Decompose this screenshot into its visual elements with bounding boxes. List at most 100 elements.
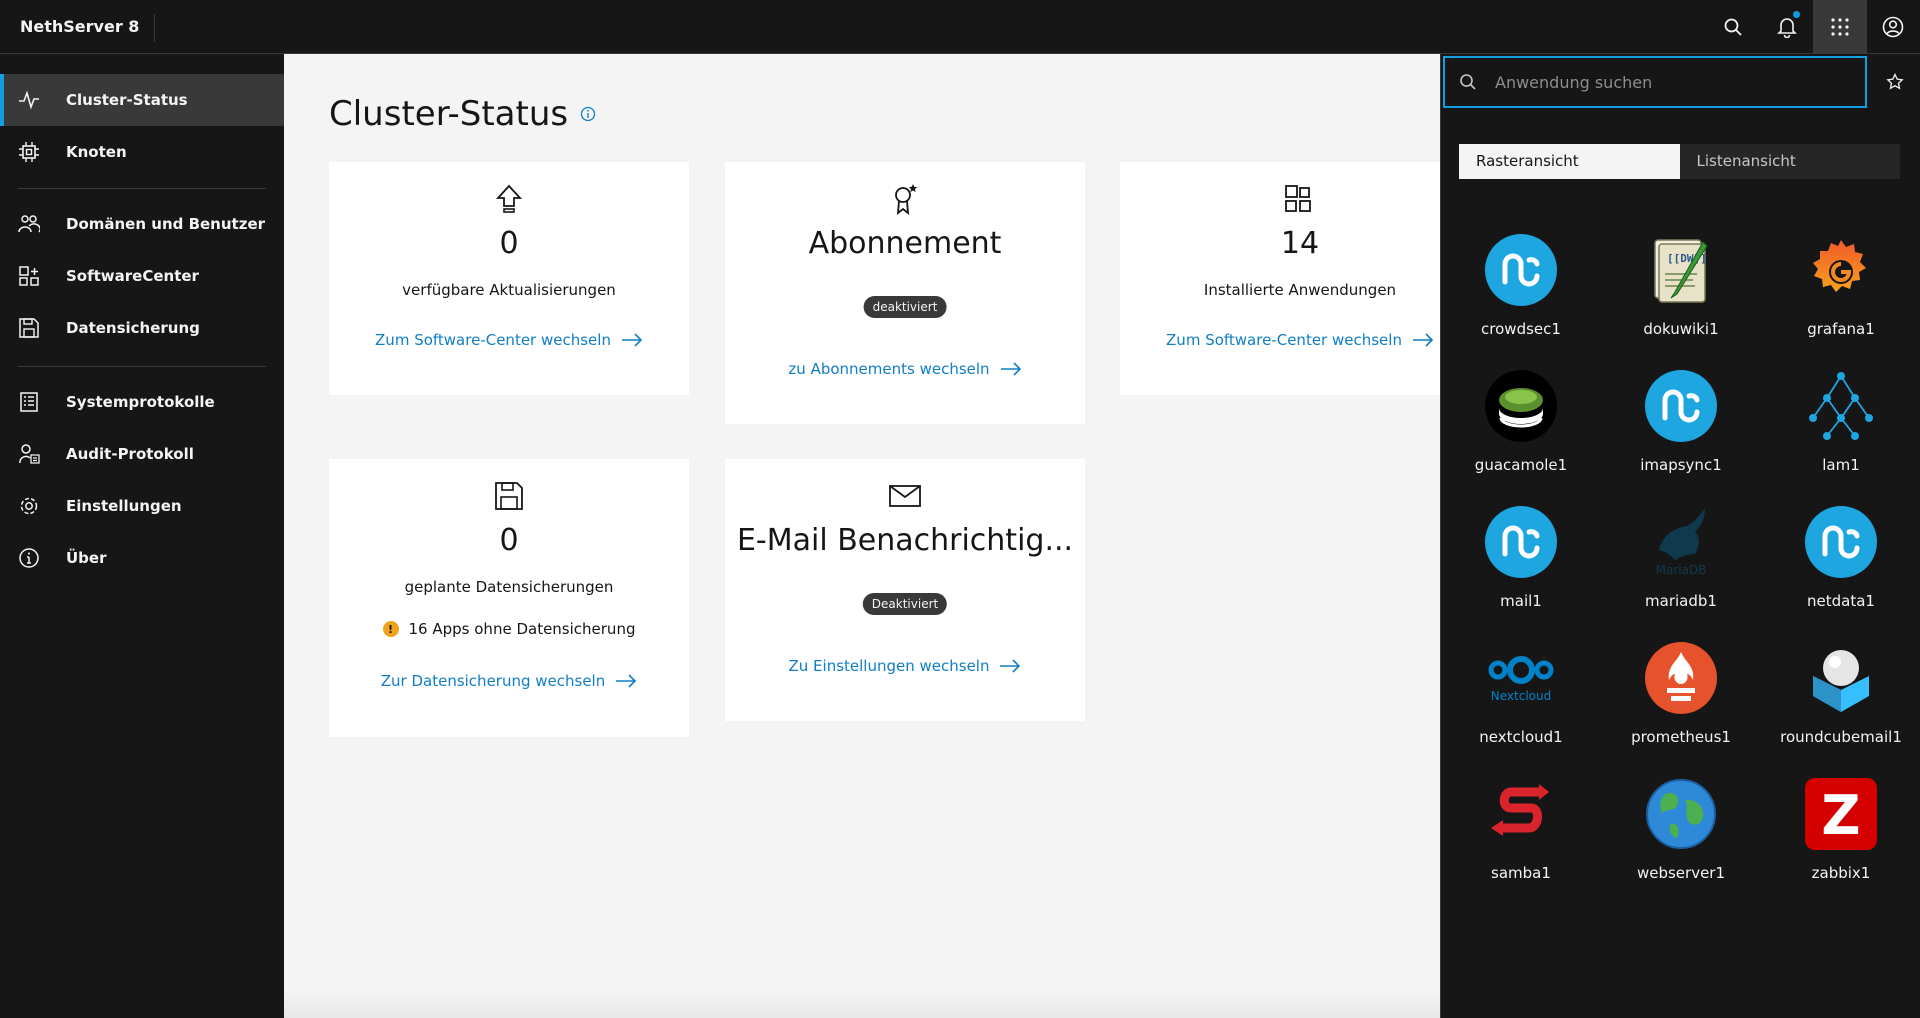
app-name: dokuwiki1 [1643,320,1719,338]
app-tile-samba1[interactable]: samba1 [1441,768,1601,898]
sidebar-item-softwarecenter[interactable]: SoftwareCenter [0,250,284,302]
app-tile-roundcubemail1[interactable]: roundcubemail1 [1761,632,1920,762]
nav-divider [18,366,266,367]
updates-count: 0 [499,226,519,261]
link-label: Zu Einstellungen wechseln [788,657,990,675]
zabbix-logo-icon: Z [1805,778,1877,850]
link-label: Zum Software-Center wechseln [375,331,611,349]
ns8-logo-icon [1645,370,1717,442]
app-name: mariadb1 [1645,592,1717,610]
samba-logo-icon [1491,784,1549,836]
search-icon [1724,18,1742,36]
ns8-logo-icon [1805,506,1877,578]
email-icon [889,485,921,507]
notifications-button[interactable] [1760,0,1814,54]
app-search-input[interactable] [1495,70,1855,94]
roundcube-logo-icon [1813,650,1869,712]
software-center-link[interactable]: Zum Software-Center wechseln [1120,331,1480,349]
sidebar-item-cluster-status[interactable]: Cluster-Status [0,74,284,126]
brand-name[interactable]: NethServer 8 [20,0,139,54]
warning-icon: ! [382,621,399,637]
sidebar-item-label: Über [66,549,107,567]
app-switcher-button[interactable] [1813,0,1867,54]
email-notifications-title: E-Mail Benachrichtig... [736,523,1074,558]
app-tile-crowdsec1[interactable]: crowdsec1 [1441,224,1601,354]
sidebar-item-audit-protokoll[interactable]: Audit-Protokoll [0,428,284,480]
svg-text:Nextcloud: Nextcloud [1491,689,1551,703]
user-avatar-icon [1882,16,1904,38]
activity-icon [19,90,39,110]
subscription-card: Abonnement deaktiviert zu Abonnements we… [725,162,1085,424]
app-name: crowdsec1 [1481,320,1561,338]
sidebar-item-ueber[interactable]: Über [0,532,284,584]
notification-badge [1793,11,1800,18]
sidebar-item-datensicherung[interactable]: Datensicherung [0,302,284,354]
email-status-tag: Deaktiviert [862,593,948,615]
logs-icon [20,392,38,412]
upgrade-arrow-icon [495,184,523,213]
grid-view-button[interactable]: Rasteransicht [1459,144,1680,179]
sidebar-item-label: Systemprotokolle [66,393,215,411]
installed-apps-card: 14 Installierte Anwendungen Zum Software… [1120,162,1440,395]
list-view-button[interactable]: Listenansicht [1680,144,1901,179]
sidebar-item-label: Datensicherung [66,319,200,337]
sidebar-item-label: Domänen und Benutzer [66,215,266,233]
app-tile-nextcloud1[interactable]: Nextcloud nextcloud1 [1441,632,1601,762]
subscription-title: Abonnement [808,226,1002,261]
view-switcher: Rasteransicht Listenansicht [1459,144,1900,179]
app-tile-zabbix1[interactable]: Z zabbix1 [1761,768,1920,898]
sidebar-item-label: Audit-Protokoll [66,445,194,463]
brand-divider [154,14,155,42]
app-name: zabbix1 [1811,864,1871,882]
sidebar-item-einstellungen[interactable]: Einstellungen [0,480,284,532]
dokuwiki-logo-icon: [[DW]] [1654,239,1708,303]
app-tile-lam1[interactable]: lam1 [1761,360,1920,490]
sidebar-item-systemprotokolle[interactable]: Systemprotokolle [0,376,284,428]
backup-link[interactable]: Zur Datensicherung wechseln [329,672,689,690]
svg-text:MariaDB: MariaDB [1656,563,1707,577]
bottom-fade [284,990,1440,1018]
app-tile-mail1[interactable]: mail1 [1441,496,1601,626]
installed-apps-description: Installierte Anwendungen [1203,281,1397,299]
arrow-right-icon [1412,333,1434,347]
notification-icon [1777,18,1797,38]
favorites-button[interactable] [1869,56,1920,108]
scheduled-backups-count: 0 [499,523,519,558]
app-tile-guacamole1[interactable]: guacamole1 [1441,360,1601,490]
mariadb-logo-icon: MariaDB [1656,508,1707,577]
info-icon[interactable] [580,106,596,122]
subscriptions-link[interactable]: zu Abonnements wechseln [725,360,1085,378]
app-name: netdata1 [1807,592,1875,610]
software-center-link[interactable]: Zum Software-Center wechseln [329,331,689,349]
arrow-right-icon [1000,659,1021,673]
settings-link[interactable]: Zu Einstellungen wechseln [725,657,1085,675]
app-name: mail1 [1500,592,1542,610]
arrow-right-icon [616,674,637,688]
app-tile-dokuwiki1[interactable]: [[DW]] dokuwiki1 [1601,224,1761,354]
link-label: Zur Datensicherung wechseln [380,672,606,690]
sidebar-item-domains-users[interactable]: Domänen und Benutzer [0,198,284,250]
app-search-box [1443,56,1867,108]
apps-icon [1285,185,1311,212]
app-tile-grafana1[interactable]: grafana1 [1761,224,1920,354]
app-tile-imapsync1[interactable]: imapsync1 [1601,360,1761,490]
app-name: roundcubemail1 [1780,728,1902,746]
app-name: guacamole1 [1474,456,1568,474]
app-tile-netdata1[interactable]: netdata1 [1761,496,1920,626]
top-header: NethServer 8 [0,0,1920,54]
app-name: webserver1 [1636,864,1726,882]
app-name: prometheus1 [1631,728,1731,746]
audit-icon [19,444,40,464]
app-tile-mariadb1[interactable]: MariaDB mariadb1 [1601,496,1761,626]
app-tile-webserver1[interactable]: webserver1 [1601,768,1761,898]
prometheus-logo-icon [1645,642,1717,714]
svg-text:Z: Z [1821,784,1860,847]
search-button[interactable] [1706,0,1760,54]
app-tile-prometheus1[interactable]: prometheus1 [1601,632,1761,762]
sidebar-item-label: SoftwareCenter [66,267,199,285]
page-title: Cluster-Status [329,94,596,134]
app-switcher-panel: Rasteransicht Listenansicht crowdsec1 [[… [1440,54,1920,1018]
user-menu-button[interactable] [1866,0,1920,54]
app-name: nextcloud1 [1479,728,1563,746]
sidebar-item-knoten[interactable]: Knoten [0,126,284,178]
